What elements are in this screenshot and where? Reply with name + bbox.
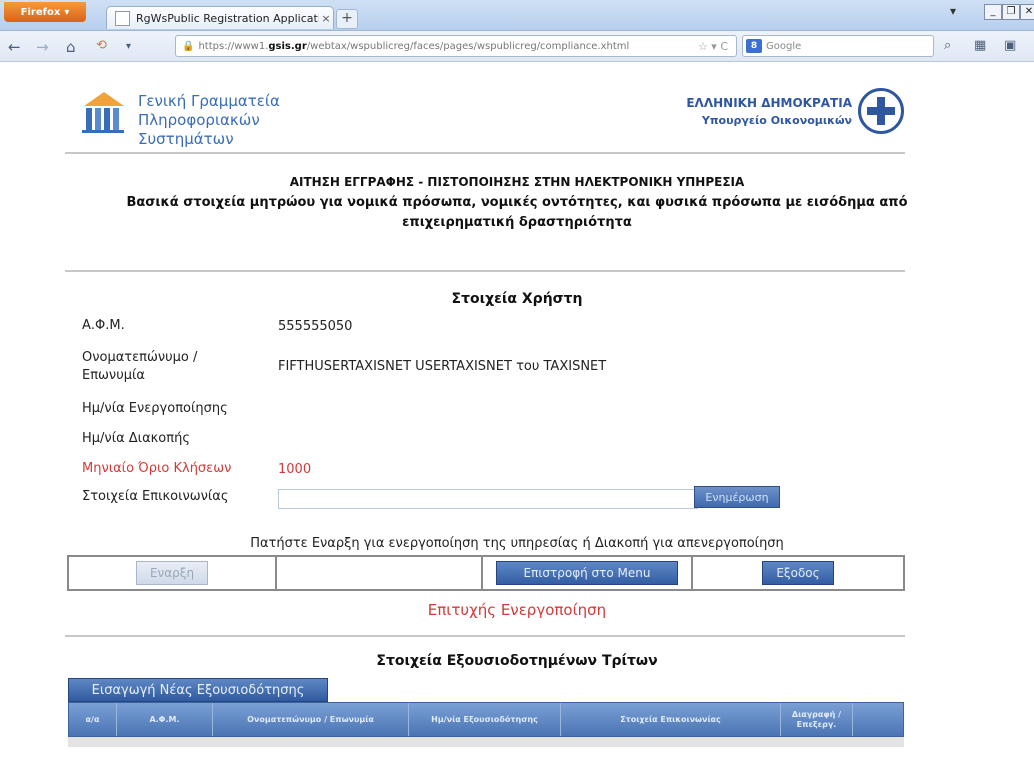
- search-icon[interactable]: ⌕: [944, 38, 951, 53]
- restore-window-icon[interactable]: ❐: [1002, 4, 1020, 20]
- return-to-menu-button[interactable]: Επιστροφή στο Menu: [496, 561, 678, 585]
- update-button[interactable]: Ενημέρωση: [694, 486, 780, 508]
- address-bar[interactable]: 🔒 https://www1.gsis.gr/webtax/wspublicre…: [175, 35, 737, 57]
- menu-cell: Επιστροφή στο Menu: [483, 557, 693, 589]
- controls-table: Εναρξη Επιστροφή στο Menu Εξοδος: [67, 555, 905, 591]
- name-label: Ονοματεπώνυμο / Επωνυμία: [82, 349, 197, 385]
- search-engine-icon[interactable]: 8: [746, 39, 762, 53]
- column-header-auth-date[interactable]: Ημ/νία Εξουσιοδότησης: [409, 703, 561, 736]
- gsis-logo-line1: Γενική Γραμματεία: [138, 92, 280, 110]
- browser-tab[interactable]: RgWsPublic Registration Application ... …: [106, 6, 334, 29]
- history-dropdown-icon[interactable]: ▾: [126, 41, 131, 52]
- contact-input[interactable]: [278, 489, 698, 509]
- third-parties-title: Στοιχεία Εξουσιοδοτημένων Τρίτων: [376, 653, 658, 669]
- name-value: FIFTHUSERTAXISNET USERTAXISNET του TAXIS…: [278, 359, 607, 374]
- ministry-logo: ΕΛΛΗΝΙΚΗ ΔΗΜΟΚΡΑΤΙΑ Υπουργείο Οικονομικώ…: [640, 86, 910, 138]
- gsis-logo-text: Γενική Γραμματεία Πληροφοριακών Συστημάτ…: [138, 92, 300, 149]
- start-cell: Εναρξη: [69, 557, 277, 589]
- back-arrow-icon[interactable]: ←: [8, 38, 21, 56]
- divider: [65, 152, 905, 154]
- search-bar[interactable]: 8 Google: [742, 35, 934, 57]
- republic-text: ΕΛΛΗΝΙΚΗ ΔΗΜΟΚΡΑΤΙΑ: [686, 96, 852, 110]
- forward-arrow-icon[interactable]: →: [36, 38, 49, 56]
- browser-nav-bar: ← → ⌂ ⟲ ▾ 🔒 https://www1.gsis.gr/webtax/…: [0, 31, 1034, 62]
- browser-tab-bar: Firefox ▾ RgWsPublic Registration Applic…: [0, 0, 1034, 31]
- afm-label: Α.Φ.Μ.: [82, 318, 125, 333]
- url-text: https://www1.gsis.gr/webtax/wspublicreg/…: [198, 40, 630, 52]
- stop-cell: [277, 557, 483, 589]
- page-title: ΑΙΤΗΣΗ ΕΓΓΡΑΦΗΣ - ΠΙΣΤΟΠΟΙΗΣΗΣ ΣΤΗΝ ΗΛΕΚ…: [289, 175, 745, 189]
- column-header-spacer: [853, 703, 903, 736]
- ministry-text: Υπουργείο Οικονομικών: [701, 114, 852, 127]
- column-header-afm[interactable]: Α.Φ.Μ.: [117, 703, 213, 736]
- monthly-limit-value: 1000: [278, 462, 312, 477]
- contact-label: Στοιχεία Επικοινωνίας: [82, 489, 229, 504]
- authorizations-table-body: [68, 737, 904, 747]
- greek-seal-icon: [858, 88, 904, 134]
- search-placeholder: Google: [766, 40, 802, 52]
- gsis-logo-line2: Πληροφοριακών Συστημάτων: [138, 111, 260, 148]
- tab-list-chevron-icon[interactable]: ▾: [950, 4, 956, 18]
- minimize-window-icon[interactable]: _: [984, 4, 1002, 20]
- page-subtitle-line2: επιχειρηματική δραστηριότητα: [402, 215, 632, 230]
- page-subtitle-line1: Βασικά στοιχεία μητρώου για νομικά πρόσω…: [126, 195, 908, 210]
- deactivation-date-label: Ημ/νία Διακοπής: [82, 431, 190, 446]
- start-button[interactable]: Εναρξη: [136, 561, 208, 585]
- bookmark-star-icon[interactable]: ☆ ▾ C: [698, 40, 728, 53]
- new-authorization-button[interactable]: Εισαγωγή Νέας Εξουσιοδότησης: [68, 678, 328, 702]
- page-favicon-icon: [115, 10, 130, 26]
- user-section-title: Στοιχεία Χρήστη: [451, 291, 583, 307]
- toolbar-menu-icon[interactable]: ▣: [1004, 38, 1016, 53]
- exit-button[interactable]: Εξοδος: [762, 561, 834, 585]
- name-label-line2: Επωνυμία: [82, 368, 145, 383]
- lock-icon: 🔒: [182, 40, 195, 52]
- divider: [65, 270, 905, 272]
- divider: [65, 635, 905, 637]
- close-tab-icon[interactable]: ×: [319, 12, 333, 25]
- page-content: Γενική Γραμματεία Πληροφοριακών Συστημάτ…: [0, 62, 1034, 762]
- new-tab-button[interactable]: +: [336, 9, 358, 29]
- column-header-contact[interactable]: Στοιχεία Επικοινωνίας: [561, 703, 781, 736]
- name-label-line1: Ονοματεπώνυμο /: [82, 350, 198, 365]
- activation-date-label: Ημ/νία Ενεργοποίησης: [82, 401, 228, 416]
- gsis-logo: Γενική Γραμματεία Πληροφοριακών Συστημάτ…: [80, 88, 300, 148]
- exit-cell: Εξοδος: [693, 557, 903, 589]
- cross-emblem-icon: [867, 97, 895, 125]
- instruction-text: Πατήστε Εναρξη για ενεργοποίηση της υπηρ…: [250, 536, 784, 551]
- firefox-menu-button[interactable]: Firefox ▾: [4, 2, 86, 22]
- success-message: Επιτυχής Ενεργοποίηση: [427, 601, 607, 619]
- home-icon[interactable]: ⌂: [66, 38, 76, 56]
- history-icon[interactable]: ⟲: [96, 38, 107, 53]
- afm-value: 555555050: [278, 319, 353, 334]
- firefox-menu-label: Firefox: [20, 6, 61, 18]
- column-header-index[interactable]: α/α: [69, 703, 117, 736]
- tab-title: RgWsPublic Registration Application ...: [136, 11, 319, 25]
- column-header-actions[interactable]: Διαγραφή / Επεξεργ.: [781, 703, 853, 736]
- monthly-limit-label: Μηνιαίο Όριο Κλήσεων: [82, 461, 232, 476]
- chevron-down-icon: ▾: [64, 6, 70, 18]
- authorizations-table-header: α/α Α.Φ.Μ. Ονοματεπώνυμο / Επωνυμία Ημ/ν…: [68, 702, 904, 737]
- close-window-icon[interactable]: ✕: [1020, 4, 1034, 20]
- bookmarks-icon[interactable]: ▦: [974, 38, 986, 53]
- column-header-name[interactable]: Ονοματεπώνυμο / Επωνυμία: [213, 703, 409, 736]
- gsis-logo-mark-icon: [82, 92, 124, 133]
